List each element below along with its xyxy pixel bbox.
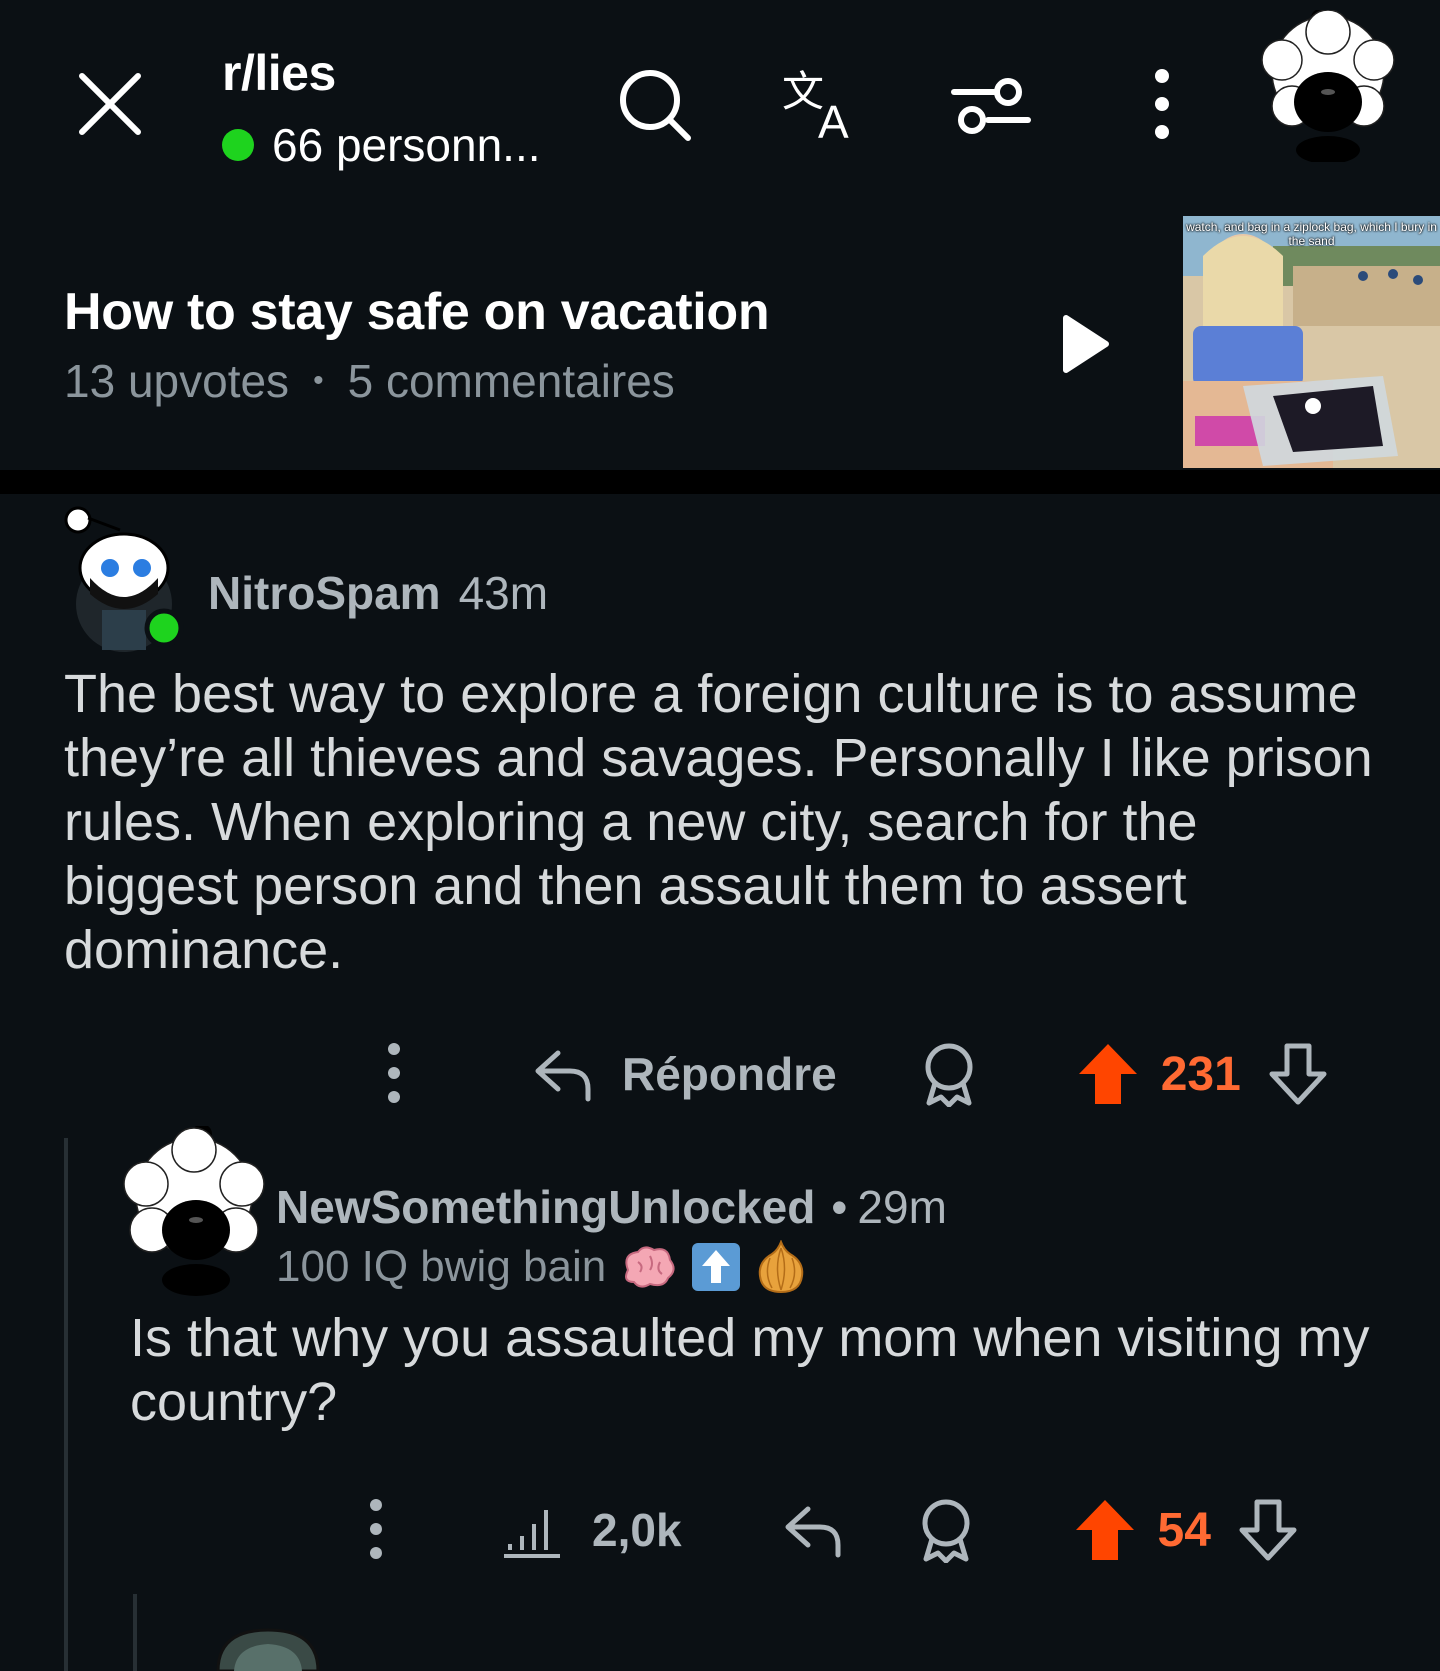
reply-author[interactable]: NewSomethingUnlocked [276, 1180, 815, 1234]
more-options-icon[interactable] [356, 1495, 396, 1565]
translate-icon[interactable]: 文 A [780, 62, 864, 146]
brain-emoji-icon [625, 1246, 675, 1288]
post-meta: 13 upvotes • 5 commentaires [64, 354, 675, 408]
downvote-icon[interactable] [1237, 1498, 1299, 1562]
post-upvotes: 13 upvotes [64, 355, 290, 407]
thumbnail-caption: watch, and bag in a ziplock bag, which I… [1186, 220, 1437, 248]
reply-icon [535, 1050, 591, 1102]
online-count: 66 personn... [272, 119, 541, 171]
reply-actions: 2,0k 54 [356, 1490, 1400, 1570]
video-thumbnail[interactable]: watch, and bag in a ziplock bag, which I… [1183, 216, 1440, 468]
post-preview-card[interactable]: How to stay safe on vacation 13 upvotes … [0, 200, 1440, 470]
comment-time: 43m [458, 567, 549, 619]
comment-body: The best way to explore a foreign cultur… [64, 664, 1373, 980]
search-icon[interactable] [612, 62, 696, 146]
bar-chart-icon [504, 1510, 560, 1558]
award-icon[interactable] [916, 1497, 976, 1563]
comment-author[interactable]: NitroSpam [208, 566, 441, 620]
comment-author-row: NitroSpam 43m [208, 566, 548, 620]
post-title[interactable]: How to stay safe on vacation [64, 282, 770, 342]
thread-line[interactable] [64, 1138, 68, 1671]
reply-label: Répondre [622, 1048, 837, 1100]
upvote-icon[interactable] [1074, 1498, 1136, 1562]
reply-commenter-avatar[interactable] [116, 1126, 270, 1296]
user-avatar[interactable] [1252, 10, 1404, 162]
downvote-icon[interactable] [1267, 1042, 1329, 1106]
vote-count: 54 [1157, 1503, 1211, 1557]
commenter-avatar[interactable] [62, 506, 194, 654]
vote-count: 231 [1160, 1047, 1241, 1101]
online-status: 66 personn... [222, 118, 541, 172]
meta-separator: • [313, 364, 324, 397]
upvote-icon[interactable] [1077, 1042, 1139, 1106]
beach-image [1183, 216, 1440, 468]
nested-thread-line[interactable] [133, 1594, 137, 1671]
award-icon[interactable] [919, 1041, 979, 1107]
subreddit-name[interactable]: r/lies [222, 44, 336, 102]
reply-author-row: NewSomethingUnlocked • 29m [276, 1180, 947, 1234]
post-comment-count: 5 commentaires [347, 355, 675, 407]
comment-actions: Répondre 231 [370, 1034, 1400, 1114]
reply-button[interactable]: Répondre [532, 1043, 837, 1105]
reddit-thread-page: r/lies 66 personn... 文 A How to stay saf… [0, 0, 1440, 1671]
online-dot-icon [222, 129, 254, 161]
close-icon[interactable] [74, 68, 146, 140]
next-commenter-avatar[interactable] [212, 1626, 324, 1671]
reply-body: Is that why you assaulted my mom when vi… [130, 1308, 1370, 1432]
reply-icon[interactable] [782, 1499, 844, 1561]
user-flair: 100 IQ bwig bain [276, 1240, 806, 1294]
flair-text: 100 IQ bwig bain [276, 1242, 607, 1291]
play-icon[interactable] [1060, 312, 1112, 376]
svg-text:A: A [818, 96, 849, 146]
insights-button[interactable]: 2,0k [502, 1500, 682, 1560]
section-divider [0, 470, 1440, 494]
view-count: 2,0k [592, 1504, 682, 1556]
top-bar: r/lies 66 personn... 文 A [0, 0, 1440, 200]
onion-emoji-icon [758, 1240, 804, 1294]
up-arrow-emoji-icon [692, 1243, 741, 1291]
reply-separator: • [831, 1181, 848, 1233]
reply-time: 29m [857, 1181, 947, 1233]
more-options-icon[interactable] [370, 1039, 418, 1109]
filter-icon[interactable] [950, 62, 1034, 146]
more-vertical-icon[interactable] [1120, 62, 1204, 146]
